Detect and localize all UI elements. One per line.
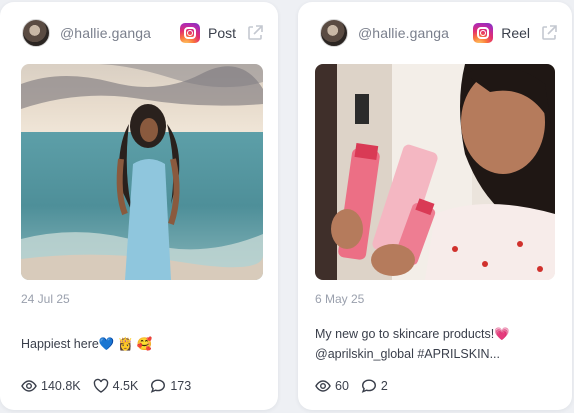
post-header: @hallie.ganga Reel xyxy=(320,17,558,49)
comments-stat: 2 xyxy=(361,378,388,394)
comment-icon xyxy=(151,379,166,393)
caption-line: My new go to skincare products!💗 xyxy=(315,327,510,341)
views-count: 60 xyxy=(335,379,349,393)
comment-icon xyxy=(361,379,376,393)
avatar[interactable] xyxy=(22,19,50,47)
reel-thumbnail[interactable] xyxy=(315,64,555,280)
views-stat: 140.8K xyxy=(21,378,81,394)
avatar[interactable] xyxy=(320,19,348,47)
beach-photo xyxy=(21,64,263,280)
comments-stat: 173 xyxy=(150,378,191,394)
comments-count: 173 xyxy=(170,379,192,393)
eye-icon xyxy=(21,380,37,392)
views-count: 140.8K xyxy=(41,379,81,393)
post-type-label: Post xyxy=(207,25,236,41)
likes-stat: 4.5K xyxy=(93,378,139,394)
post-type-label: Reel xyxy=(501,25,530,41)
heart-icon xyxy=(93,378,108,393)
views-stat: 60 xyxy=(315,378,349,394)
comments-count: 2 xyxy=(380,379,388,393)
engagement-stats: 60 2 xyxy=(315,378,400,394)
eye-icon xyxy=(315,380,331,392)
instagram-icon xyxy=(179,23,200,43)
external-link-icon[interactable] xyxy=(540,24,558,42)
skincare-photo xyxy=(315,64,555,280)
post-date: 24 Jul 25 xyxy=(21,292,70,306)
engagement-stats: 140.8K 4.5K 173 xyxy=(21,378,203,394)
post-card[interactable]: @hallie.ganga Reel 6 May 25 My new go to… xyxy=(298,2,572,410)
external-link-icon[interactable] xyxy=(246,24,264,42)
post-caption: Happiest here💙 👸 🥰 xyxy=(21,337,153,351)
post-thumbnail[interactable] xyxy=(21,64,263,280)
account-handle[interactable]: @hallie.ganga xyxy=(358,25,449,41)
post-caption: My new go to skincare products!💗 @aprils… xyxy=(315,324,556,364)
post-date: 6 May 25 xyxy=(315,292,365,306)
likes-count: 4.5K xyxy=(112,379,139,393)
post-card[interactable]: @hallie.ganga Post 24 Jul 25 Happiest he… xyxy=(0,2,278,410)
post-header: @hallie.ganga Post xyxy=(22,17,264,49)
caption-line: @aprilskin_global #APRILSKIN... xyxy=(315,347,500,361)
instagram-icon xyxy=(473,23,494,43)
account-handle[interactable]: @hallie.ganga xyxy=(60,25,151,41)
